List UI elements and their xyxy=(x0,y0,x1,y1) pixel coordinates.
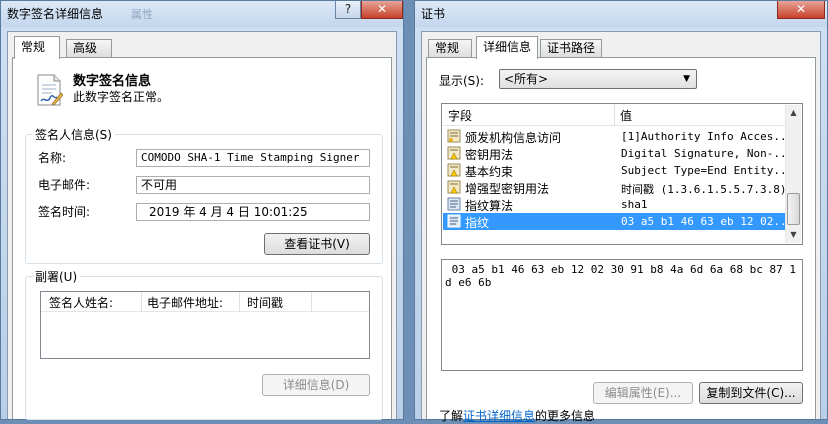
list-item-selected[interactable]: 指纹 03 a5 b1 46 63 eb 12 02... xyxy=(443,213,793,230)
left-client-area: 常规 高级 数字签名信息 此数字签名正常。 签名人信息(S) 名称: COMOD… xyxy=(7,31,397,420)
signer-name-label: 名称: xyxy=(38,151,67,165)
countersignatures-title: 副署(U) xyxy=(32,268,81,285)
fields-list[interactable]: 字段 值 颁发机构信息访问 [1]Authority Info Acces...… xyxy=(441,103,803,245)
left-tab-panel: 数字签名信息 此数字签名正常。 签名人信息(S) 名称: COMODO SHA-… xyxy=(12,57,392,420)
property-icon xyxy=(447,197,461,211)
chevron-down-icon: ▼ xyxy=(683,74,690,84)
field-name: 密钥用法 xyxy=(465,148,514,162)
fields-list-scrollbar[interactable]: ▲ ▼ xyxy=(785,105,801,243)
signer-info-title: 签名人信息(S) xyxy=(32,126,115,143)
col-value[interactable]: 值 xyxy=(620,107,632,124)
field-value: 03 a5 b1 46 63 eb 12 02... xyxy=(621,215,794,228)
show-dropdown[interactable]: <所有> ▼ xyxy=(499,69,697,89)
col-field[interactable]: 字段 xyxy=(448,107,472,124)
right-titlebar[interactable]: 证书 ✕ xyxy=(415,1,827,27)
learn-more-prefix: 了解 xyxy=(439,409,464,423)
critical-extension-icon xyxy=(447,180,461,194)
list-item[interactable]: 颁发机构信息访问 [1]Authority Info Acces... xyxy=(443,128,793,145)
countersignatures-list[interactable]: 签名人姓名: 电子邮件地址: 时间戳 xyxy=(40,291,370,359)
signed-document-icon xyxy=(37,74,63,106)
field-name: 增强型密钥用法 xyxy=(465,182,550,196)
signer-email-label: 电子邮件: xyxy=(38,178,91,192)
right-tab-panel: 显示(S): <所有> ▼ 字段 值 颁发机构信息访问 [1]Authority… xyxy=(426,57,816,423)
countersignatures-list-header: 签名人姓名: 电子邮件地址: 时间戳 xyxy=(41,292,369,312)
close-button[interactable]: ✕ xyxy=(777,1,825,19)
property-icon xyxy=(447,214,461,228)
copy-to-file-button[interactable]: 复制到文件(C)... xyxy=(699,382,803,404)
col-timestamp[interactable]: 时间戳 xyxy=(247,294,283,311)
countersignatures-group: 副署(U) 签名人姓名: 电子邮件地址: 时间戳 详细信息(D) xyxy=(25,268,383,420)
help-button[interactable]: ? xyxy=(335,1,361,19)
list-item[interactable]: 增强型密钥用法 时间戳 (1.3.6.1.5.5.7.3.8) xyxy=(443,179,787,196)
signing-time-label: 签名时间: xyxy=(38,205,91,219)
list-item[interactable]: 指纹算法 sha1 xyxy=(443,196,785,213)
field-value: 时间戳 (1.3.6.1.5.5.7.3.8) xyxy=(621,183,787,196)
learn-more-suffix: 的更多信息 xyxy=(535,409,596,423)
tab-general[interactable]: 常规 xyxy=(14,36,60,59)
certificate-window: 证书 ✕ 常规 详细信息 证书路径 显示(S): <所有> ▼ 字段 值 颁发机… xyxy=(414,0,828,423)
field-name: 指纹 xyxy=(465,216,490,230)
left-window-title: 数字签名详细信息 xyxy=(7,7,104,21)
field-name: 基本约束 xyxy=(465,165,514,179)
signing-time-field[interactable]: 2019 年 4 月 4 日 10:01:25 xyxy=(136,203,370,221)
column-separator xyxy=(141,292,142,312)
signature-info-heading: 数字签名信息 xyxy=(73,74,152,89)
show-label: 显示(S): xyxy=(439,74,485,88)
scrollbar-thumb[interactable] xyxy=(787,193,800,225)
col-email-address[interactable]: 电子邮件地址: xyxy=(147,294,223,311)
column-separator xyxy=(311,292,312,312)
list-item[interactable]: 基本约束 Subject Type=End Entity... xyxy=(443,162,793,179)
critical-extension-icon xyxy=(447,163,461,177)
signature-status-text: 此数字签名正常。 xyxy=(73,90,170,104)
edit-properties-button[interactable]: 编辑属性(E)... xyxy=(593,382,693,404)
signer-email-field[interactable]: 不可用 xyxy=(136,176,370,194)
tab-general[interactable]: 常规 xyxy=(428,39,472,58)
critical-extension-icon xyxy=(447,146,461,160)
details-button[interactable]: 详细信息(D) xyxy=(262,374,370,396)
view-certificate-button[interactable]: 查看证书(V) xyxy=(264,233,370,255)
learn-more-text: 了解证书详细信息的更多信息 xyxy=(439,407,595,424)
field-value: Subject Type=End Entity... xyxy=(621,164,794,177)
fields-list-header: 字段 值 xyxy=(442,104,786,126)
scroll-up-arrow-icon[interactable]: ▲ xyxy=(786,105,801,121)
certificate-extension-icon xyxy=(447,129,461,143)
field-name: 颁发机构信息访问 xyxy=(465,131,562,145)
field-value: [1]Authority Info Acces... xyxy=(621,130,794,143)
signer-name-field[interactable]: COMODO SHA-1 Time Stamping Signer xyxy=(136,149,370,167)
field-value-detail[interactable]: 03 a5 b1 46 63 eb 12 02 30 91 b8 4a 6d 6… xyxy=(441,259,803,371)
column-separator xyxy=(614,104,615,126)
right-window-title: 证书 xyxy=(421,7,446,21)
tab-advanced[interactable]: 高级 xyxy=(66,39,112,58)
col-signer-name[interactable]: 签名人姓名: xyxy=(49,294,113,311)
background-window-ghost-title: 属性 xyxy=(131,8,153,21)
tab-certification-path[interactable]: 证书路径 xyxy=(540,39,602,58)
column-separator xyxy=(239,292,240,312)
left-titlebar[interactable]: 数字签名详细信息 属性 ? ✕ xyxy=(1,1,403,27)
tab-details[interactable]: 详细信息 xyxy=(476,36,538,59)
right-client-area: 常规 详细信息 证书路径 显示(S): <所有> ▼ 字段 值 颁发机构信息访问 xyxy=(421,31,821,423)
field-value: Digital Signature, Non-... xyxy=(621,147,794,160)
signer-info-group: 签名人信息(S) 名称: COMODO SHA-1 Time Stamping … xyxy=(25,126,383,264)
field-name: 指纹算法 xyxy=(465,199,514,213)
field-value: sha1 xyxy=(621,198,648,211)
scroll-down-arrow-icon[interactable]: ▼ xyxy=(786,227,801,243)
digital-signature-details-window: 数字签名详细信息 属性 ? ✕ 常规 高级 数字签名信息 此数字签名正常。 签名… xyxy=(0,0,404,420)
certificate-details-link[interactable]: 证书详细信息 xyxy=(463,409,535,423)
close-button[interactable]: ✕ xyxy=(361,1,403,19)
list-item[interactable]: 密钥用法 Digital Signature, Non-... xyxy=(443,145,793,162)
show-dropdown-value: <所有> xyxy=(504,72,549,86)
